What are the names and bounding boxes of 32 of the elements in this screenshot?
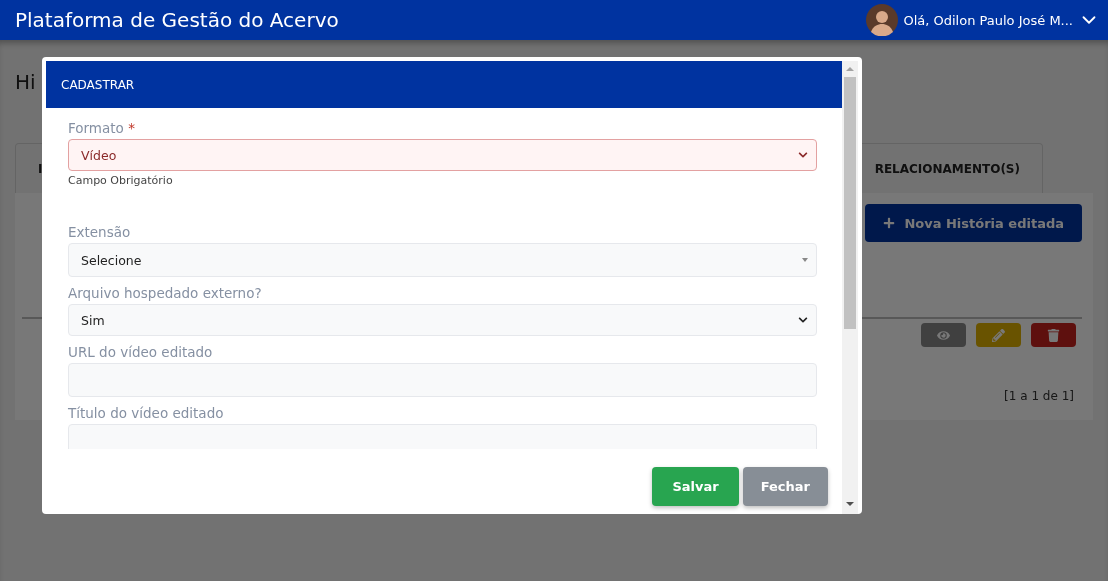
user-greeting[interactable]: Olá, Odilon Paulo José M... [903,12,1073,28]
delete-button[interactable] [1031,323,1076,347]
page-title: Hi [15,70,36,96]
field-label: URL do vídeo editado [68,344,214,360]
app-title: Plataforma de Gestão do Acervo [15,8,339,32]
input-field[interactable] [68,363,817,397]
pencil-icon [992,328,1005,342]
pagination-info: [1 a 1 de 1] [1004,389,1074,403]
input-field[interactable] [68,424,817,449]
chevron-down-icon [798,150,808,160]
eye-icon [937,328,950,342]
help-text: Campo Obrigatório [68,174,174,187]
scrollbar[interactable] [842,61,858,514]
select-field[interactable]: Vídeo [68,139,817,171]
plus-icon [883,217,896,229]
field-label: Título do vídeo editado [68,405,225,421]
trash-icon [1047,328,1060,342]
required-mark: * [128,120,135,136]
avatar[interactable] [866,4,899,36]
field-label: Arquivo hospedado externo? [68,285,263,301]
chevron-down-icon [798,315,808,325]
field-label: Extensão [68,224,132,240]
close-button[interactable]: Fechar [742,467,828,506]
edit-button[interactable] [976,323,1021,347]
caret-icon [802,258,808,262]
select-field[interactable]: Selecione [68,243,817,277]
view-button[interactable] [921,323,966,347]
new-button[interactable]: Nova História editada [865,204,1082,242]
select-field[interactable]: Sim [68,304,817,336]
modal-title: CADASTRAR [46,61,842,108]
field-label: Formato * [68,120,136,136]
save-button[interactable]: Salvar [652,467,739,506]
